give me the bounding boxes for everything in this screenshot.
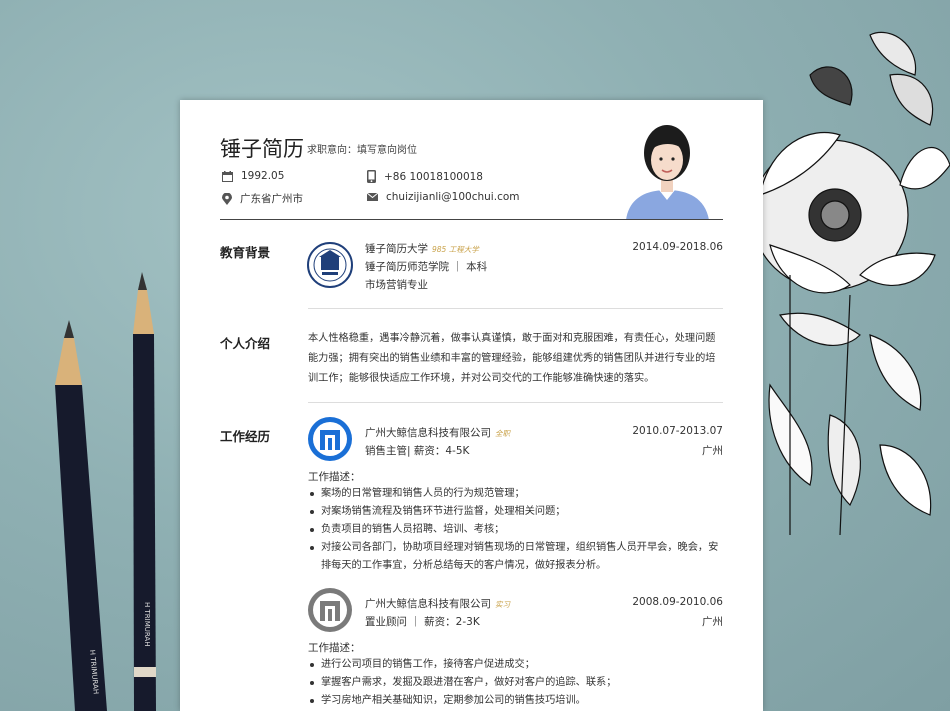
education-divider [308, 308, 723, 309]
pencil-right: H TRIMURAH [133, 272, 156, 711]
company-logo-gray [308, 588, 352, 632]
flower-illustration [751, 31, 950, 535]
job2-desc-label: 工作描述： [308, 642, 361, 654]
intro-text: 本人性格稳重，遇事冷静沉着，做事认真谨慎，敢于面对和克服困难，有责任心，处理问题… [308, 333, 716, 384]
job-intent: 求职意向：填写意向岗位 [307, 145, 417, 156]
job1-company-line: 广州大鲸信息科技有限公司 全职 [365, 425, 510, 440]
education-title: 教育背景 [220, 245, 271, 260]
list-item: 对接公司各部门，协助项目经理对销售现场的日常管理，组织销售人员开早会，晚会，安排… [308, 539, 728, 575]
location-info: 广东省广州市 [222, 191, 303, 206]
pencil-left: H TRIMURAH [55, 320, 107, 711]
phone-icon [367, 170, 376, 183]
list-item: 掌握客户需求，发掘及跟进潜在客户，做好对客户的追踪、联系； [308, 674, 728, 692]
birth-date: 1992.05 [241, 170, 285, 182]
phone-info: +86 10018100018 [367, 170, 483, 183]
intro-divider [308, 402, 723, 403]
list-item: 进行公司项目的销售工作，接待客户促进成交； [308, 656, 728, 674]
email-icon [367, 193, 378, 201]
job2-bullets: 进行公司项目的销售工作，接待客户促进成交； 掌握客户需求，发掘及跟进潜在客户，做… [308, 656, 728, 710]
job1-company: 广州大鲸信息科技有限公司 [365, 427, 491, 439]
list-item: 负责项目的销售人员招聘、培训、考核； [308, 521, 728, 539]
location-pin-icon [222, 192, 232, 205]
job2-role: 置业顾问 ｜ 薪资：2-3K [365, 616, 480, 628]
location-text: 广东省广州市 [240, 193, 303, 205]
job2-dates: 2008.09-2010.06 [632, 596, 723, 608]
profile-photo [621, 120, 713, 220]
phone-number: +86 10018100018 [384, 170, 483, 183]
job1-tag: 全职 [495, 429, 510, 438]
job1-city: 广州 [702, 445, 723, 457]
svg-text:H TRIMURAH: H TRIMURAH [143, 602, 151, 647]
school-name: 锤子简历大学 [365, 243, 428, 255]
calendar-icon [222, 170, 233, 182]
college-degree: 锤子简历师范学院 ｜ 本科 [365, 261, 488, 273]
school-line: 锤子简历大学 985 工程大学 [365, 241, 479, 256]
job2-city: 广州 [702, 616, 723, 628]
work-title: 工作经历 [220, 429, 271, 444]
job2-company-line: 广州大鲸信息科技有限公司 实习 [365, 596, 510, 611]
email-text: chuizijianli@100chui.com [386, 191, 520, 203]
job1-dates: 2010.07-2013.07 [632, 425, 723, 437]
list-item: 案场的日常管理和销售人员的行为规范管理； [308, 485, 728, 503]
job1-desc-label: 工作描述： [308, 471, 361, 483]
list-item: 对案场销售流程及销售环节进行监督，处理相关问题； [308, 503, 728, 521]
job1-role: 销售主管| 薪资：4-5K [365, 445, 470, 457]
resume-name: 锤子简历 [220, 137, 304, 161]
job2-company: 广州大鲸信息科技有限公司 [365, 598, 491, 610]
company-logo [308, 417, 352, 461]
header-divider [220, 219, 723, 220]
job1-bullets: 案场的日常管理和销售人员的行为规范管理； 对案场销售流程及销售环节进行监督，处理… [308, 485, 728, 575]
school-tag: 985 工程大学 [432, 245, 479, 254]
birth-info: 1992.05 [222, 170, 284, 182]
list-item: 学习房地产相关基础知识，定期参加公司的销售技巧培训。 [308, 692, 728, 710]
major: 市场营销专业 [365, 279, 428, 291]
school-logo [307, 242, 353, 288]
resume-paper: 锤子简历 求职意向：填写意向岗位 1992.05 +86 10018100018… [180, 100, 763, 711]
email-info: chuizijianli@100chui.com [367, 191, 520, 203]
intro-title: 个人介绍 [220, 336, 271, 351]
job2-tag: 实习 [495, 600, 510, 609]
education-dates: 2014.09-2018.06 [632, 241, 723, 253]
